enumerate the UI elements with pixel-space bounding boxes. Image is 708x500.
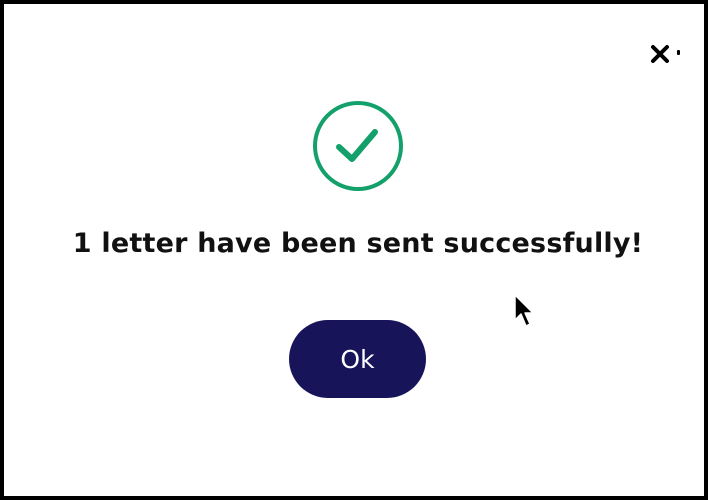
check-circle-icon: [313, 101, 403, 191]
success-message: 1 letter have been sent successfully!: [72, 228, 644, 259]
ok-button[interactable]: Ok: [289, 320, 426, 398]
close-button-edge: [677, 50, 680, 55]
success-dialog: 1 letter have been sent successfully! Ok: [0, 0, 708, 500]
close-icon: [651, 45, 669, 63]
close-button[interactable]: [646, 40, 674, 68]
